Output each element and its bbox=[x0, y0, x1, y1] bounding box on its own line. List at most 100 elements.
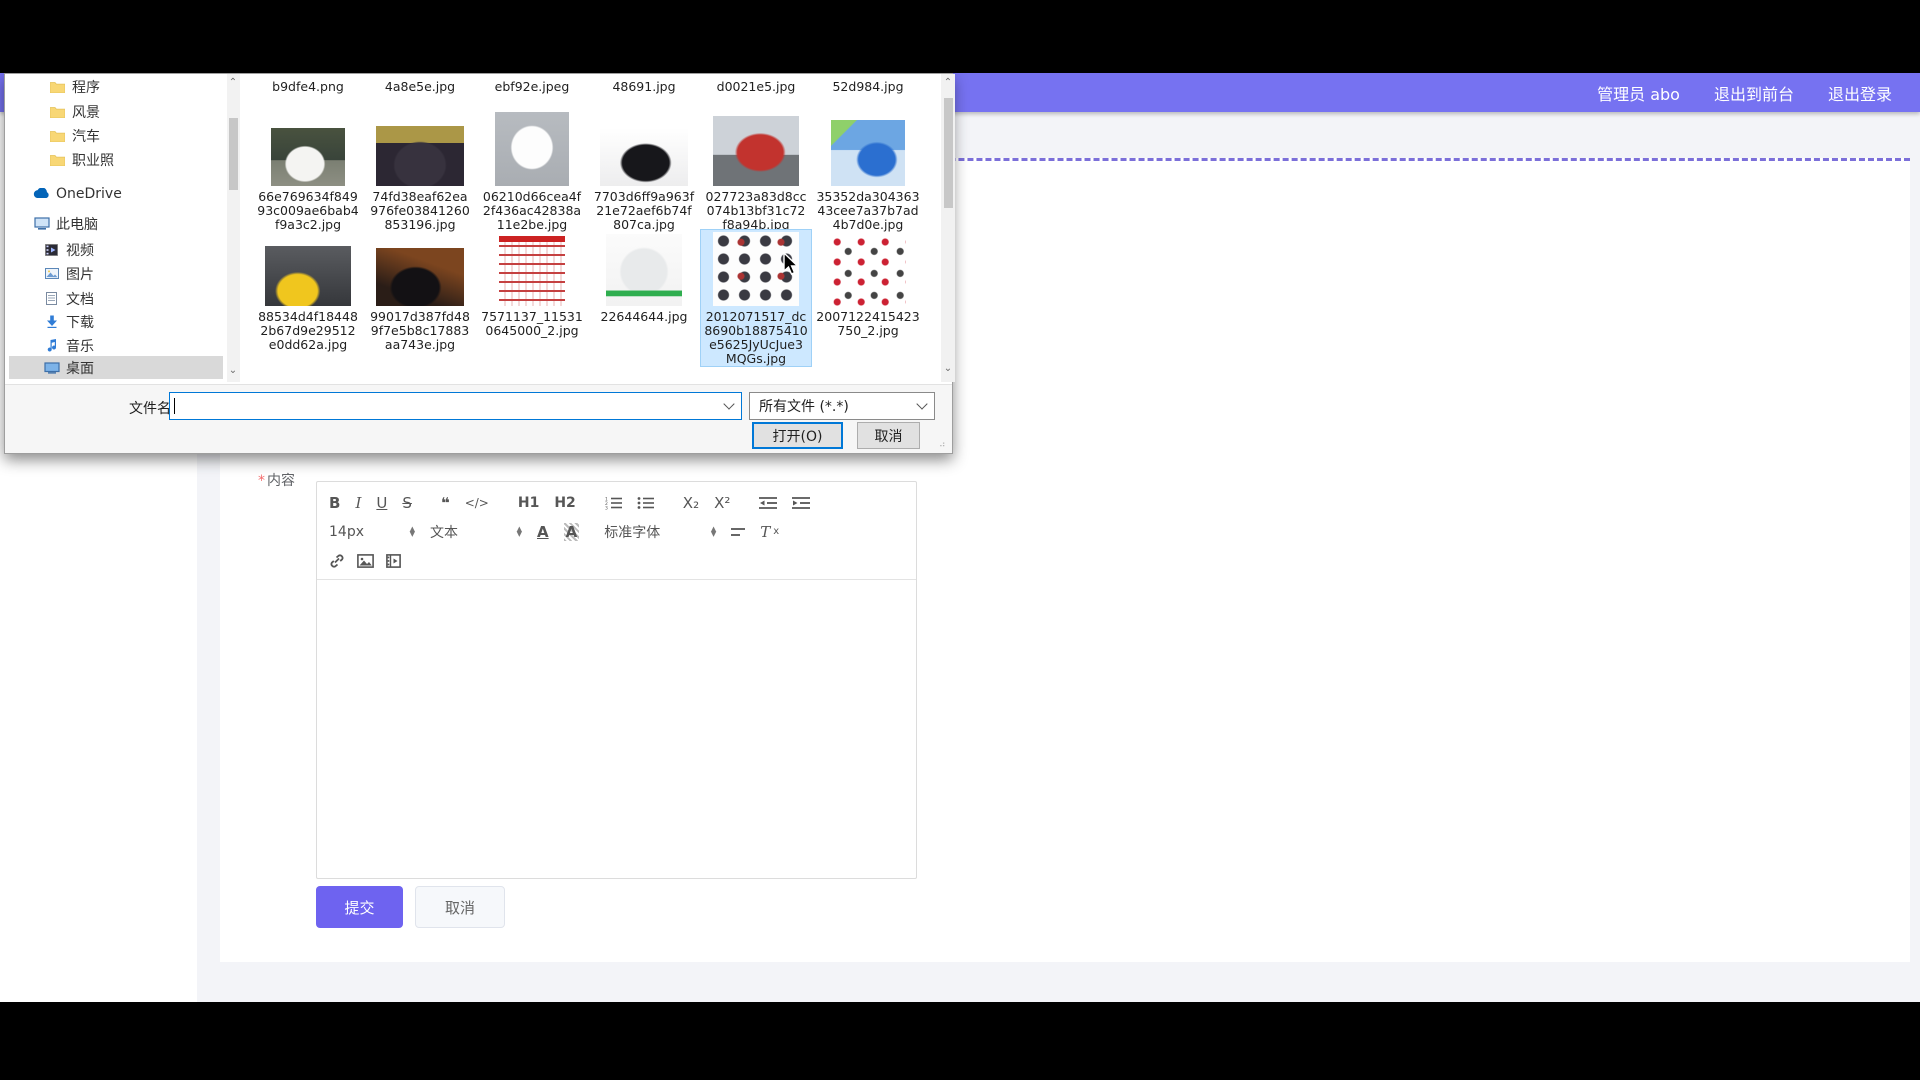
letterbox-bottom bbox=[0, 1002, 1920, 1080]
clear-format-button[interactable]: Tx bbox=[760, 523, 779, 541]
underline-button[interactable]: U bbox=[376, 494, 387, 512]
stepper-arrows-icon: ▲▼ bbox=[410, 527, 415, 537]
insert-image-icon[interactable] bbox=[357, 554, 374, 568]
scroll-down-icon[interactable]: ⌄ bbox=[943, 364, 953, 374]
ordered-list-icon[interactable]: 123 bbox=[605, 496, 622, 510]
file-item[interactable]: 52d984.jpg bbox=[813, 76, 923, 94]
tree-item-onedrive[interactable]: OneDrive bbox=[9, 182, 223, 205]
text-caret bbox=[174, 398, 175, 414]
mouse-cursor bbox=[782, 252, 804, 282]
subscript-button[interactable]: X₂ bbox=[683, 494, 699, 512]
code-button[interactable]: </> bbox=[465, 496, 489, 510]
blockquote-button[interactable]: ❝ bbox=[441, 494, 450, 512]
svg-text:3: 3 bbox=[605, 505, 608, 510]
folder-icon bbox=[49, 154, 66, 166]
editor-toolbar: B I U S ❝ </> H1 H2 123 X₂ X² bbox=[317, 482, 916, 580]
tree-item-documents[interactable]: 文档 bbox=[9, 287, 223, 310]
scrollbar-thumb[interactable] bbox=[229, 118, 238, 190]
insert-video-icon[interactable] bbox=[386, 554, 401, 568]
bold-button[interactable]: B bbox=[329, 494, 340, 512]
tree-item-videos[interactable]: 视频 bbox=[9, 238, 223, 261]
heading1-button[interactable]: H1 bbox=[518, 495, 539, 511]
file-thumbnail bbox=[499, 236, 565, 306]
tree-item-folder-program[interactable]: 程序 bbox=[9, 75, 223, 98]
stepper-arrows-icon: ▲▼ bbox=[711, 527, 716, 537]
file-thumbnail bbox=[376, 126, 464, 186]
content-field-label: *内容 bbox=[258, 470, 308, 490]
cancel-button[interactable]: 取消 bbox=[415, 886, 505, 928]
file-item[interactable]: 99017d387fd48 9f7e5b8c17883 aa743e.jpg bbox=[365, 230, 475, 352]
open-button[interactable]: 打开(O) bbox=[752, 422, 843, 449]
tree-item-downloads[interactable]: 下载 bbox=[9, 310, 223, 333]
music-note-icon bbox=[43, 339, 60, 352]
file-item[interactable]: ebf92e.jpeg bbox=[477, 76, 587, 94]
file-item[interactable]: 7571137_11531 0645000_2.jpg bbox=[477, 230, 587, 338]
file-item[interactable]: b9dfe4.png bbox=[253, 76, 363, 94]
tree-scrollbar[interactable]: ⌃ ⌄ bbox=[227, 74, 240, 382]
tree-item-this-pc[interactable]: 此电脑 bbox=[9, 212, 223, 235]
stepper-arrows-icon: ▲▼ bbox=[517, 527, 522, 537]
superscript-button[interactable]: X² bbox=[714, 494, 730, 512]
video-folder-icon bbox=[43, 244, 60, 256]
line-height-icon[interactable] bbox=[731, 526, 745, 538]
folder-icon bbox=[49, 130, 66, 142]
tree-item-folder-profile-photos[interactable]: 职业照 bbox=[9, 148, 223, 171]
italic-button[interactable]: I bbox=[355, 494, 361, 512]
tree-item-desktop[interactable]: 桌面 bbox=[9, 356, 223, 379]
font-family-select[interactable]: 标准字体 ▲▼ bbox=[604, 522, 716, 542]
heading2-button[interactable]: H2 bbox=[554, 495, 575, 511]
editor-content-area[interactable] bbox=[317, 580, 916, 888]
chevron-down-icon bbox=[916, 398, 927, 409]
file-item[interactable]: 7703d6ff9a963f 21e72aef6b74f 807ca.jpg bbox=[589, 104, 699, 232]
file-list-scrollbar[interactable]: ⌃ ⌄ bbox=[941, 74, 955, 382]
file-thumbnail bbox=[495, 112, 569, 186]
document-icon bbox=[43, 292, 60, 305]
scroll-down-icon[interactable]: ⌄ bbox=[228, 366, 238, 376]
file-item[interactable]: 74fd38eaf62ea 976fe03841260 853196.jpg bbox=[365, 104, 475, 232]
unordered-list-icon[interactable] bbox=[637, 496, 654, 510]
file-item[interactable]: 88534d4f18448 2b67d9e29512 e0dd62a.jpg bbox=[253, 230, 363, 352]
admin-user-label: 管理员 abo bbox=[1597, 81, 1680, 105]
file-thumbnail bbox=[606, 234, 682, 306]
tree-item-folder-cars[interactable]: 汽车 bbox=[9, 124, 223, 147]
paragraph-format-select[interactable]: 文本 ▲▼ bbox=[430, 522, 522, 542]
file-item-selected[interactable]: 2012071517_dc 8690b18875410 e5625JyUcJue… bbox=[701, 230, 811, 366]
filename-input[interactable] bbox=[169, 392, 742, 420]
scrollbar-thumb[interactable] bbox=[944, 98, 953, 208]
tree-item-folder-scenery[interactable]: 风景 bbox=[9, 100, 223, 123]
file-item[interactable]: 2007122415423 750_2.jpg bbox=[813, 230, 923, 338]
outdent-icon[interactable] bbox=[759, 496, 777, 510]
scroll-up-icon[interactable]: ⌃ bbox=[943, 78, 953, 88]
insert-link-icon[interactable] bbox=[329, 554, 345, 568]
file-item[interactable]: 22644644.jpg bbox=[589, 230, 699, 324]
file-item[interactable]: 66e769634f849 93c009ae6bab4 f9a3c2.jpg bbox=[253, 104, 363, 232]
submit-button[interactable]: 提交 bbox=[316, 886, 403, 928]
file-thumbnail bbox=[376, 248, 464, 306]
file-item[interactable]: d0021e5.jpg bbox=[701, 76, 811, 94]
file-item[interactable]: 35352da304363 43cee7a37b7ad 4b7d0e.jpg bbox=[813, 104, 923, 232]
indent-icon[interactable] bbox=[792, 496, 810, 510]
onedrive-cloud-icon bbox=[33, 188, 50, 199]
chevron-down-icon[interactable] bbox=[723, 398, 734, 409]
background-color-button[interactable]: A bbox=[564, 523, 580, 541]
file-item[interactable]: 48691.jpg bbox=[589, 76, 699, 94]
scroll-up-icon[interactable]: ⌃ bbox=[228, 78, 238, 88]
richtext-editor: B I U S ❝ </> H1 H2 123 X₂ X² bbox=[316, 481, 917, 879]
strikethrough-button[interactable]: S bbox=[402, 494, 412, 512]
file-item[interactable]: 027723a83d8cc 074b13bf31c72 f8a94b.jpg bbox=[701, 104, 811, 232]
open-file-dialog: 程序 风景 汽车 职业照 OneDrive 此电脑 视频 图片 bbox=[4, 73, 953, 454]
logout-link[interactable]: 退出登录 bbox=[1828, 81, 1892, 105]
dialog-cancel-button[interactable]: 取消 bbox=[857, 422, 920, 449]
file-item[interactable]: 06210d66cea4f 2f436ac42838a 11e2be.jpg bbox=[477, 104, 587, 232]
font-size-select[interactable]: 14px ▲▼ bbox=[329, 524, 415, 540]
font-color-button[interactable]: A bbox=[537, 523, 549, 541]
tree-item-music[interactable]: 音乐 bbox=[9, 334, 223, 357]
dialog-footer: 文件名(N): 所有文件 (*.*) 打开(O) 取消 ⠴ bbox=[5, 384, 952, 453]
download-arrow-icon bbox=[43, 315, 60, 328]
filetype-select[interactable]: 所有文件 (*.*) bbox=[749, 392, 935, 420]
resize-grip[interactable]: ⠴ bbox=[939, 441, 949, 451]
tree-item-pictures[interactable]: 图片 bbox=[9, 262, 223, 285]
desktop-icon bbox=[43, 362, 60, 374]
file-item[interactable]: 4a8e5e.jpg bbox=[365, 76, 475, 94]
exit-to-front-link[interactable]: 退出到前台 bbox=[1714, 81, 1794, 105]
